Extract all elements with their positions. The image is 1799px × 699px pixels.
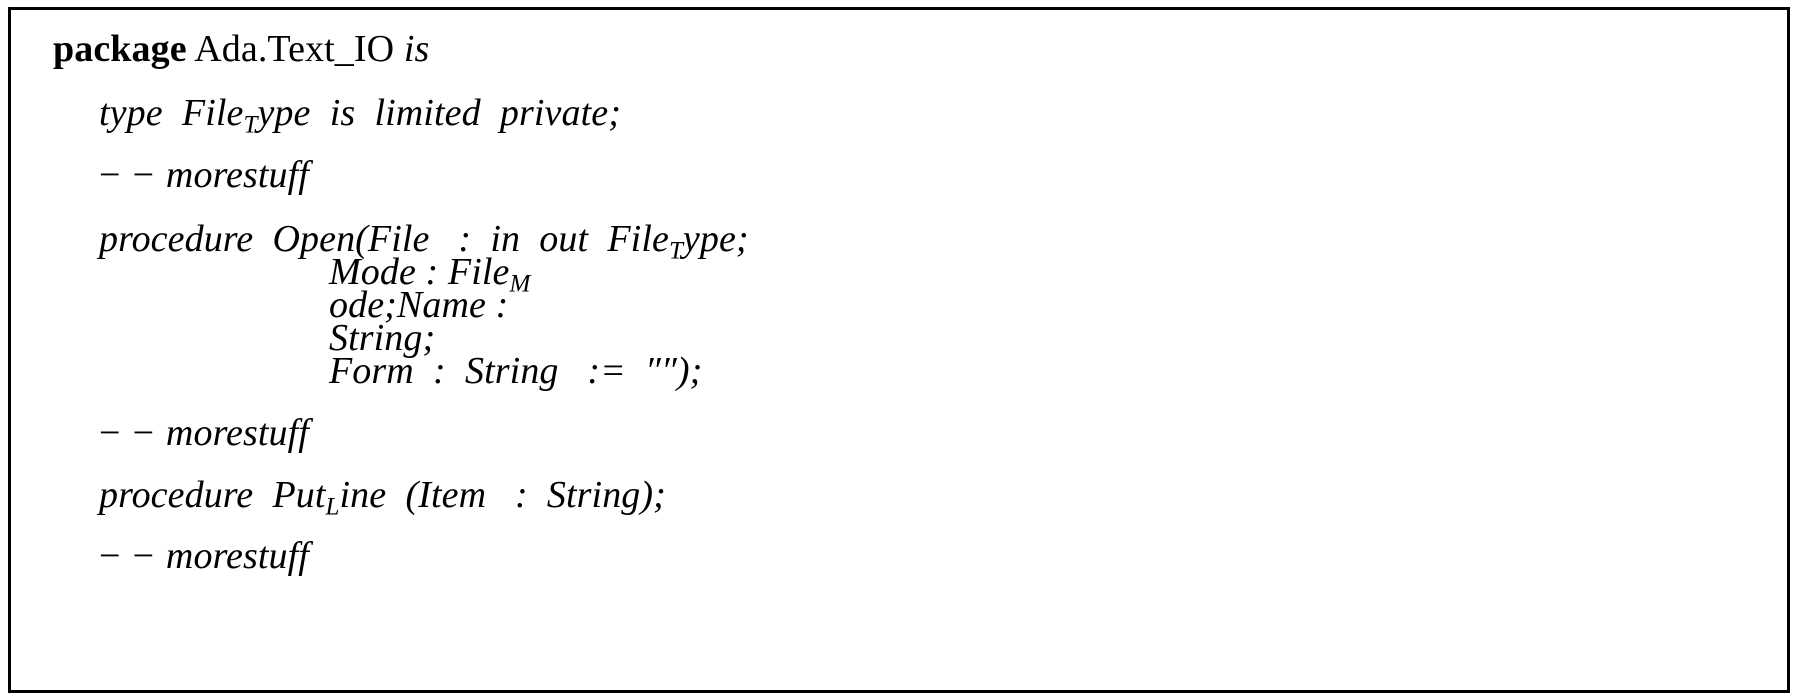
- param-name-form: Form: [329, 350, 414, 392]
- code-listing: package Ada.Text_IO is type FileType is …: [11, 10, 1787, 690]
- comment-text: morestuff: [165, 154, 309, 196]
- type-name-head: File: [181, 92, 244, 134]
- keyword-procedure: procedure: [99, 218, 254, 260]
- code-line-comment-1: − − morestuff: [99, 156, 309, 194]
- keyword-procedure: procedure: [99, 474, 254, 516]
- comment-dash-marker: − −: [99, 535, 157, 577]
- keyword-package: package: [53, 28, 187, 70]
- mode-out: out: [539, 218, 589, 260]
- assignment-operator: :=: [587, 350, 626, 392]
- param-type-tail: ype;: [682, 218, 749, 260]
- code-line-package-declaration: package Ada.Text_IO is: [53, 30, 429, 68]
- type-name-tail: ype: [257, 92, 311, 134]
- param-type-string: String: [465, 350, 559, 392]
- param-name-item: (Item: [405, 474, 487, 516]
- procedure-name-subscript: L: [325, 493, 340, 521]
- screenshot-root: package Ada.Text_IO is type FileType is …: [0, 0, 1799, 699]
- keyword-is: is: [403, 28, 430, 70]
- colon-separator: :: [514, 474, 528, 516]
- code-line-comment-3: − − morestuff: [99, 537, 309, 575]
- procedure-name-head: Put: [272, 474, 326, 516]
- code-line-type-file-type: type FileType is limited private;: [99, 94, 621, 138]
- param-type-subscript: M: [509, 270, 531, 298]
- param-type-subscript: T: [668, 237, 683, 265]
- type-name-subscript: T: [243, 111, 258, 139]
- package-name: Ada.Text_IO: [194, 28, 395, 70]
- code-frame-box: package Ada.Text_IO is type FileType is …: [8, 7, 1790, 693]
- keyword-limited: limited: [374, 92, 481, 134]
- comment-text: morestuff: [165, 535, 309, 577]
- param-type-string: String);: [546, 474, 666, 516]
- keyword-private: private;: [499, 92, 621, 134]
- param-type-head: File: [607, 218, 669, 260]
- procedure-name-tail: ine: [339, 474, 387, 516]
- colon-separator: :: [495, 284, 509, 326]
- comment-dash-marker: − −: [99, 154, 157, 196]
- default-value-empty-string: ″″);: [645, 350, 703, 392]
- colon-separator: :: [433, 350, 446, 392]
- comment-text: morestuff: [165, 412, 309, 454]
- code-line-procedure-put-line: procedure PutLine (Item : String);: [99, 476, 666, 520]
- code-line-comment-2: − − morestuff: [99, 414, 309, 452]
- code-line-param-form: Form : String := ″″);: [329, 352, 702, 390]
- comment-dash-marker: − −: [99, 412, 157, 454]
- keyword-is: is: [329, 92, 356, 134]
- keyword-type: type: [99, 92, 163, 134]
